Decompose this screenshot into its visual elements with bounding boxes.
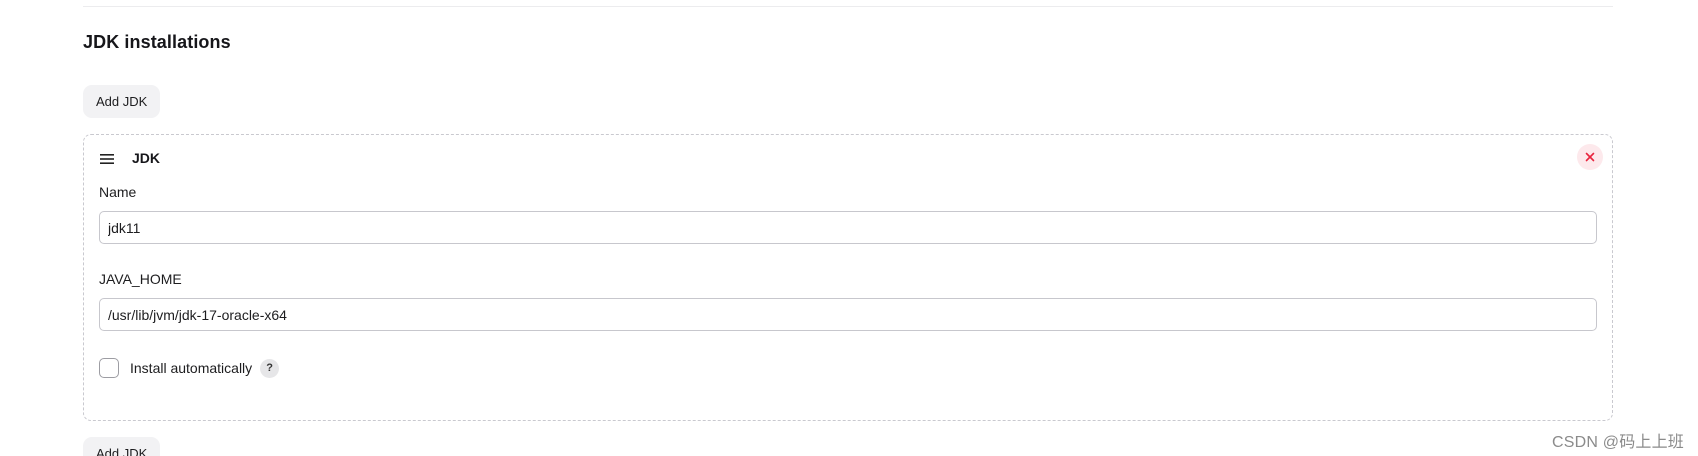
install-automatically-row: Install automatically ? <box>99 357 280 379</box>
java-home-label: JAVA_HOME <box>99 271 182 287</box>
watermark: CSDN @码上上班 <box>1551 434 1684 451</box>
add-jdk-button[interactable]: Add JDK <box>83 85 161 118</box>
section-title: JDK installations <box>83 32 231 52</box>
close-icon <box>1585 150 1595 165</box>
java-home-input[interactable] <box>99 298 1597 331</box>
section-divider <box>83 6 1613 7</box>
card-header: JDK <box>99 147 160 169</box>
help-icon[interactable]: ? <box>260 358 280 378</box>
add-jdk-button-bottom[interactable]: Add JDK <box>83 437 161 456</box>
jdk-card: JDK Name JAVA_HOME Install automatically… <box>83 134 1613 421</box>
card-title: JDK <box>132 150 161 166</box>
delete-jdk-button[interactable] <box>1577 144 1603 170</box>
name-input[interactable] <box>99 211 1597 244</box>
hamburger-icon[interactable] <box>99 152 115 164</box>
install-automatically-label[interactable]: Install automatically <box>130 360 252 376</box>
install-automatically-checkbox[interactable] <box>99 358 119 378</box>
name-label: Name <box>99 184 137 200</box>
jdk-config-page: JDK installations Add JDK JDK Name jdk11… <box>0 0 1698 456</box>
